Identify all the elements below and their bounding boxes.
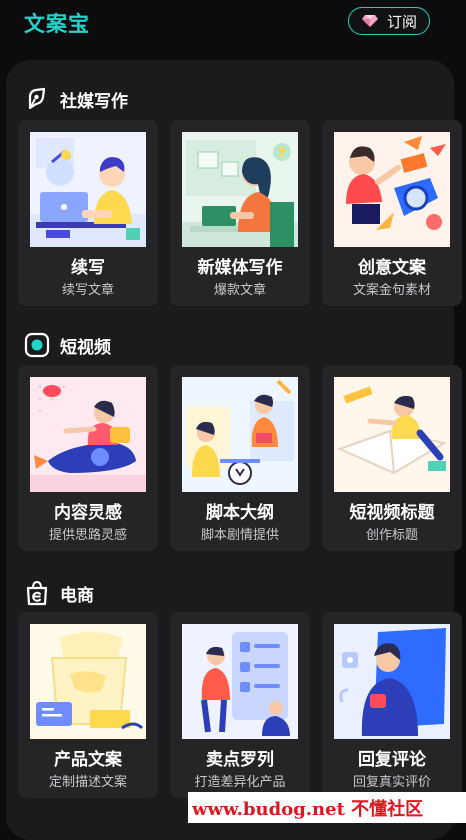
card-title: 脚本大纲 <box>206 503 274 523</box>
card-product-copy[interactable]: 产品文案 定制描述文案 <box>18 612 158 798</box>
card-subtitle: 续写文章 <box>61 283 114 298</box>
card-content-inspiration[interactable]: 内容灵感 提供思路灵感 <box>18 365 158 551</box>
card-subtitle: 创作标题 <box>365 528 418 543</box>
card-subtitle: 定制描述文案 <box>48 775 127 790</box>
section-title: 电商 <box>60 585 94 606</box>
card-subtitle: 打造差异化产品 <box>194 775 286 790</box>
site-watermark: www.budog.net 不懂社区 <box>188 792 466 823</box>
main-panel: 社媒写作 续写 续写文章 新媒体写作 爆款文章 创意文案 文案金句素材 短视频 … <box>6 60 462 840</box>
diamond-icon <box>361 15 378 27</box>
card-reply-comments[interactable]: 回复评论 回复真实评价 <box>322 612 462 798</box>
section-title: 社媒写作 <box>60 91 128 112</box>
card-subtitle: 文案金句素材 <box>352 283 431 298</box>
illustration-book-flying <box>334 377 450 492</box>
app-logo: 文案宝 <box>24 12 90 36</box>
card-title: 回复评论 <box>358 750 426 770</box>
card-subtitle: 爆款文章 <box>213 283 266 298</box>
subscribe-button[interactable]: 订阅 <box>348 7 430 35</box>
section-title: 短视频 <box>60 337 111 358</box>
top-bar: 文案宝 订阅 <box>0 0 466 46</box>
illustration-person-at-laptop <box>30 132 146 247</box>
card-new-media-writing[interactable]: 新媒体写作 爆款文章 <box>170 120 310 306</box>
illustration-readers-with-clock <box>182 377 298 492</box>
card-title: 创意文案 <box>358 258 426 278</box>
section-header-ecommerce: 电商 <box>24 578 94 608</box>
illustration-rocket-launch <box>334 132 450 247</box>
section-header-social-writing: 社媒写作 <box>24 84 128 114</box>
card-selling-points[interactable]: 卖点罗列 打造差异化产品 <box>170 612 310 798</box>
illustration-product-box <box>30 624 146 739</box>
card-title: 产品文案 <box>54 750 122 770</box>
illustration-girl-on-rocket <box>30 377 146 492</box>
shopping-bag-icon <box>26 580 48 606</box>
card-title: 卖点罗列 <box>206 750 274 770</box>
card-script-outline[interactable]: 脚本大纲 脚本剧情提供 <box>170 365 310 551</box>
illustration-man-with-cup <box>334 624 450 739</box>
card-subtitle: 回复真实评价 <box>352 775 431 790</box>
illustration-woman-at-desk <box>182 132 298 247</box>
record-icon <box>24 332 50 358</box>
card-title: 新媒体写作 <box>197 258 283 278</box>
card-title: 续写 <box>71 258 105 278</box>
subscribe-label: 订阅 <box>386 12 417 31</box>
card-title: 短视频标题 <box>349 503 435 523</box>
pen-nib-icon <box>28 87 46 110</box>
card-creative-copy[interactable]: 创意文案 文案金句素材 <box>322 120 462 306</box>
section-header-short-video: 短视频 <box>24 330 111 360</box>
card-subtitle: 脚本剧情提供 <box>200 528 279 543</box>
card-title: 内容灵感 <box>54 503 122 523</box>
illustration-team-with-board <box>182 624 298 739</box>
card-continue-writing[interactable]: 续写 续写文章 <box>18 120 158 306</box>
card-subtitle: 提供思路灵感 <box>48 528 127 543</box>
card-short-video-title[interactable]: 短视频标题 创作标题 <box>322 365 462 551</box>
